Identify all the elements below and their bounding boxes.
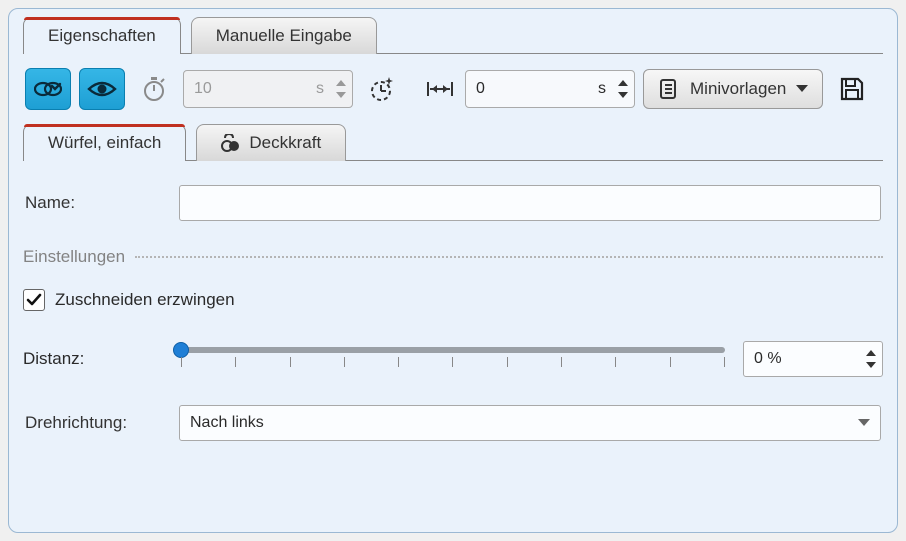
offset-icon-button[interactable] — [423, 68, 457, 110]
spin-down[interactable] — [616, 89, 630, 101]
spin-up[interactable] — [864, 347, 878, 359]
offset-field[interactable]: 0 s — [465, 70, 635, 108]
tab-label: Manuelle Eingabe — [216, 26, 352, 46]
spin-up[interactable] — [334, 77, 348, 89]
tab-label: Eigenschaften — [48, 26, 156, 46]
direction-select[interactable]: Nach links — [179, 405, 881, 441]
tab-eigenschaften[interactable]: Eigenschaften — [23, 17, 181, 54]
name-label: Name: — [25, 193, 165, 213]
settings-header-label: Einstellungen — [23, 247, 125, 267]
check-icon — [26, 293, 42, 307]
duration-value: 10 — [194, 80, 310, 98]
reset-time-button[interactable] — [361, 68, 403, 110]
tab-label: Würfel, einfach — [48, 133, 161, 153]
spin-up[interactable] — [616, 77, 630, 89]
chevron-down-icon — [796, 85, 808, 93]
direction-row: Drehrichtung: Nach links — [23, 399, 883, 447]
distance-value: 0 % — [754, 350, 864, 368]
divider — [135, 256, 883, 258]
save-button[interactable] — [831, 68, 873, 110]
tab-deckkraft[interactable]: Deckkraft — [196, 124, 346, 161]
distance-label: Distanz: — [23, 349, 163, 369]
distance-spinner[interactable] — [864, 347, 878, 371]
link-eye-icon — [34, 79, 62, 99]
checkbox-box — [23, 289, 45, 311]
visibility-button[interactable] — [79, 68, 125, 110]
eye-icon — [87, 79, 117, 99]
double-arrow-icon — [425, 79, 455, 99]
clock-sparkle-icon — [367, 74, 397, 104]
force-crop-label: Zuschneiden erzwingen — [55, 290, 235, 310]
tab-label: Deckkraft — [249, 133, 321, 153]
mini-templates-button[interactable]: Minivorlagen — [643, 69, 823, 109]
template-icon — [658, 78, 680, 100]
sub-tabs: Würfel, einfach Deckkraft — [23, 124, 883, 161]
name-row: Name: — [23, 179, 883, 227]
name-input[interactable] — [179, 185, 881, 221]
slider-ticks — [181, 357, 725, 371]
distance-row: Distanz: 0 % — [23, 339, 883, 379]
toolbar: 10 s 0 — [23, 54, 883, 124]
chevron-down-icon — [858, 419, 870, 427]
direction-value: Nach links — [190, 414, 858, 432]
stopwatch-icon — [140, 75, 168, 103]
slider-thumb[interactable] — [173, 342, 189, 358]
offset-spinner[interactable] — [616, 77, 630, 101]
offset-value: 0 — [476, 80, 592, 98]
distance-value-field[interactable]: 0 % — [743, 341, 883, 377]
duration-spinner[interactable] — [334, 77, 348, 101]
spin-down[interactable] — [864, 359, 878, 371]
tab-wuerfel-einfach[interactable]: Würfel, einfach — [23, 124, 186, 161]
tab-manuelle-eingabe[interactable]: Manuelle Eingabe — [191, 17, 377, 54]
properties-panel: Eigenschaften Manuelle Eingabe — [8, 8, 898, 533]
slider-track — [181, 347, 725, 353]
visibility-link-button[interactable] — [25, 68, 71, 110]
distance-slider[interactable] — [181, 339, 725, 379]
save-icon — [838, 75, 866, 103]
force-crop-checkbox[interactable]: Zuschneiden erzwingen — [23, 289, 883, 311]
spin-down[interactable] — [334, 89, 348, 101]
mini-templates-label: Minivorlagen — [690, 79, 786, 99]
duration-field[interactable]: 10 s — [183, 70, 353, 108]
stopwatch-button[interactable] — [133, 68, 175, 110]
opacity-icon — [221, 134, 241, 152]
direction-label: Drehrichtung: — [25, 413, 165, 433]
settings-header: Einstellungen — [23, 247, 883, 267]
offset-unit: s — [598, 80, 606, 98]
main-tabs: Eigenschaften Manuelle Eingabe — [23, 17, 883, 54]
duration-unit: s — [316, 80, 324, 98]
